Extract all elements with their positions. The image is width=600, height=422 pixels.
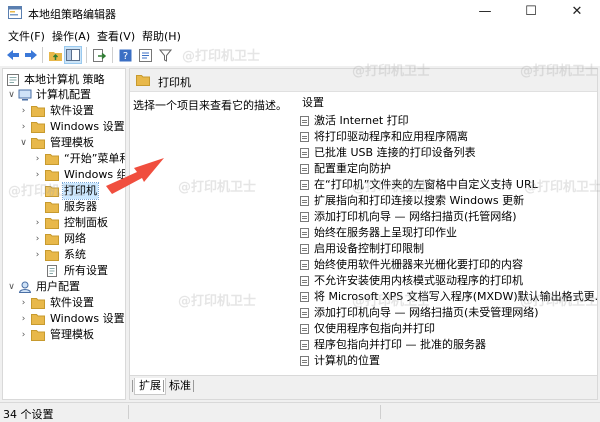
- filter-icon[interactable]: [156, 46, 174, 64]
- title-bar: 本地组策略编辑器 — ☐ ✕: [0, 0, 600, 26]
- expand-icon[interactable]: ›: [33, 231, 42, 247]
- expand-icon[interactable]: ›: [19, 103, 28, 119]
- menu-help[interactable]: 帮助(H): [142, 28, 181, 44]
- folder-icon: [45, 218, 59, 229]
- export-icon[interactable]: [90, 46, 108, 64]
- policy-setting-icon: [300, 164, 309, 174]
- properties-icon[interactable]: [136, 46, 154, 64]
- user-icon: [18, 281, 32, 293]
- folder-icon: [31, 298, 45, 309]
- collapse-icon[interactable]: ∨: [19, 135, 28, 151]
- collapse-icon[interactable]: ∨: [7, 279, 16, 295]
- policy-setting-icon: [300, 340, 309, 350]
- up-folder-icon[interactable]: [46, 46, 64, 64]
- description-text: 选择一个项目来查看它的描述。: [133, 99, 287, 112]
- expand-icon[interactable]: ›: [19, 311, 28, 327]
- policy-setting-icon: [300, 116, 309, 126]
- status-bar: 34 个设置: [0, 402, 600, 422]
- tab-standard[interactable]: 标准: [165, 378, 195, 394]
- policy-setting-icon: [300, 276, 309, 286]
- details-header: 打印机: [130, 69, 597, 92]
- policy-setting-icon: [300, 308, 309, 318]
- details-pane: 打印机 选择一个项目来查看它的描述。 设置 激活 Internet 打印 将打印…: [129, 68, 598, 400]
- expand-icon[interactable]: ›: [33, 215, 42, 231]
- policy-setting-icon: [300, 324, 309, 334]
- help-icon[interactable]: ?: [116, 46, 134, 64]
- show-tree-icon[interactable]: [64, 46, 82, 64]
- tree-pane[interactable]: 本地计算机 策略 ∨ 计算机配置 › 软件设置 › Windows 设置 ∨ 管…: [2, 68, 126, 400]
- folder-icon: [31, 106, 45, 117]
- window-title: 本地组策略编辑器: [28, 8, 116, 21]
- all-settings-icon: [47, 265, 57, 277]
- menu-action[interactable]: 操作(A): [52, 28, 90, 44]
- policy-setting-icon: [300, 212, 309, 222]
- folder-icon: [31, 330, 45, 341]
- menu-file[interactable]: 文件(F): [8, 28, 45, 44]
- policy-setting-icon: [300, 228, 309, 238]
- policy-setting-icon: [300, 260, 309, 270]
- column-header-setting[interactable]: 设置: [296, 93, 597, 111]
- close-button[interactable]: ✕: [554, 0, 600, 26]
- folder-icon: [31, 314, 45, 325]
- main-content: 本地计算机 策略 ∨ 计算机配置 › 软件设置 › Windows 设置 ∨ 管…: [0, 66, 600, 402]
- folder-icon: [136, 75, 150, 86]
- policy-setting-icon: [300, 196, 309, 206]
- maximize-button[interactable]: ☐: [508, 0, 554, 26]
- status-text: 34 个设置: [3, 408, 54, 421]
- policy-setting-icon: [300, 180, 309, 190]
- policy-setting-icon: [300, 244, 309, 254]
- menu-view[interactable]: 查看(V): [97, 28, 135, 44]
- menu-bar: 文件(F) 操作(A) 查看(V) 帮助(H): [0, 26, 600, 44]
- policy-setting-icon: [300, 292, 309, 302]
- expand-icon[interactable]: ›: [19, 119, 28, 135]
- folder-icon: [31, 138, 45, 149]
- minimize-button[interactable]: —: [462, 0, 508, 26]
- policy-doc-icon: [7, 74, 19, 86]
- computer-icon: [18, 89, 32, 101]
- expand-icon[interactable]: ›: [33, 151, 42, 167]
- settings-list[interactable]: 设置 激活 Internet 打印 将打印驱动程序和应用程序隔离 已批准 USB…: [296, 93, 597, 373]
- folder-icon: [45, 234, 59, 245]
- folder-icon: [45, 170, 59, 181]
- policy-setting-icon: [300, 132, 309, 142]
- folder-icon: [45, 202, 59, 213]
- tab-extended[interactable]: 扩展: [134, 378, 166, 395]
- expand-icon[interactable]: ›: [33, 247, 42, 263]
- expand-icon[interactable]: ›: [33, 167, 42, 183]
- policy-editor-icon: [8, 6, 22, 19]
- collapse-icon[interactable]: ∨: [7, 87, 16, 103]
- folder-icon: [45, 154, 59, 165]
- details-title: 打印机: [158, 76, 191, 89]
- view-tabs: 扩展 标准: [130, 375, 597, 399]
- svg-text:?: ?: [122, 51, 127, 62]
- folder-icon: [45, 250, 59, 261]
- folder-open-icon: [45, 186, 59, 197]
- expand-icon[interactable]: ›: [19, 327, 28, 343]
- back-icon[interactable]: [4, 46, 22, 64]
- policy-setting-icon: [300, 356, 309, 366]
- toolbar: ?: [0, 44, 600, 67]
- expand-icon[interactable]: ›: [19, 295, 28, 311]
- policy-setting-icon: [300, 148, 309, 158]
- folder-icon: [31, 122, 45, 133]
- forward-icon[interactable]: [22, 46, 40, 64]
